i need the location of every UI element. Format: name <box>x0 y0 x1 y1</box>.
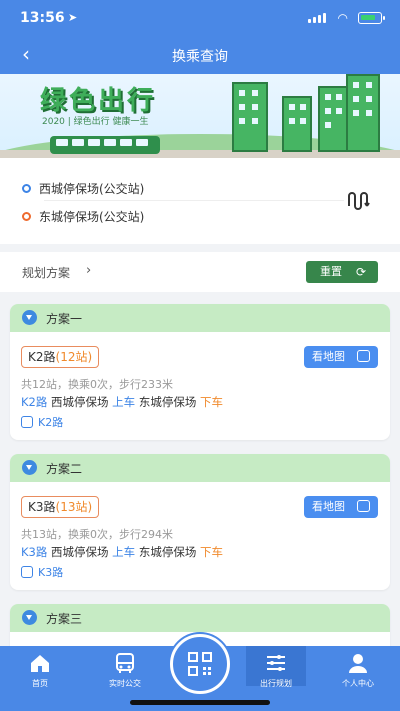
banner-subtitle: 2020 | 绿色出行 健康一生 <box>42 117 149 127</box>
plan-summary: 共13站，换乘0次，步行294米 <box>21 528 173 541</box>
camera-icon <box>357 350 370 362</box>
building <box>232 82 268 152</box>
tab-trip-planning-label: 出行规划 <box>260 679 292 688</box>
view-map-button[interactable]: 看地图 <box>304 346 378 368</box>
camera-icon <box>357 500 370 512</box>
plan-card-header[interactable]: 方案一 <box>10 304 390 332</box>
top-bar: 13:56 ➤ ◠ ‹ 换乘查询 <box>0 0 400 78</box>
plan-card-header[interactable]: 方案二 <box>10 454 390 482</box>
origin-stop[interactable]: 西城停保场(公交站) <box>22 180 144 197</box>
tab-home-label: 首页 <box>32 679 48 688</box>
route-plan-icon <box>246 652 306 674</box>
wifi-icon: ◠ <box>337 11 348 25</box>
tab-profile-label: 个人中心 <box>342 679 374 688</box>
building <box>346 74 380 152</box>
plan-steps: K2路 西城停保场 上车 东城停保场 下车 <box>21 395 223 409</box>
status-bar: 13:56 ➤ ◠ <box>0 0 400 36</box>
qr-code-icon <box>188 652 212 676</box>
bus-line: K3路 <box>21 564 63 580</box>
building <box>282 96 312 152</box>
plan-header-label[interactable]: 规划方案 <box>22 264 70 281</box>
bus-icon <box>95 652 155 674</box>
route-tag: K2路(12站) <box>21 346 100 368</box>
user-icon <box>328 652 388 674</box>
plan-steps: K3路 西城停保场 上车 东城停保场 下车 <box>21 545 223 559</box>
origin-stop-label: 西城停保场(公交站) <box>39 182 145 196</box>
tab-home[interactable]: 首页 <box>10 652 70 689</box>
location-arrow-icon: ➤ <box>68 11 78 24</box>
banner-image: 绿色出行 2020 | 绿色出行 健康一生 <box>0 74 400 158</box>
route-tag: K3路(13站) <box>21 496 100 518</box>
reset-label: 重置 <box>320 265 342 278</box>
plan-title: 方案一 <box>46 312 83 326</box>
view-map-button[interactable]: 看地图 <box>304 496 378 518</box>
reset-button[interactable]: 重置 ⟳ <box>306 261 378 283</box>
plan-summary: 共12站，换乘0次，步行233米 <box>21 378 173 391</box>
destination-stop[interactable]: 东城停保场(公交站) <box>22 208 144 225</box>
stops-card: 西城停保场(公交站) 东城停保场(公交站) <box>0 158 400 244</box>
tab-realtime-bus-label: 实时公交 <box>109 679 141 688</box>
plan-card[interactable]: 方案二 K3路(13站) 看地图 共13站，换乘0次，步行294米 K3路 西城… <box>10 454 390 590</box>
plan-title: 方案二 <box>46 462 83 476</box>
home-indicator <box>130 700 270 705</box>
tab-realtime-bus[interactable]: 实时公交 <box>95 652 155 689</box>
expand-icon <box>22 610 37 625</box>
qr-scan-button[interactable] <box>170 634 230 694</box>
origin-dot-icon <box>22 184 31 193</box>
nav-bar: ‹ 换乘查询 <box>0 36 400 74</box>
refresh-icon: ⟳ <box>355 265 366 279</box>
bus-illustration <box>50 136 160 154</box>
page-title: 换乘查询 <box>172 49 228 65</box>
battery-icon <box>358 12 385 24</box>
swap-route-icon[interactable] <box>346 190 374 212</box>
expand-icon <box>22 310 37 325</box>
expand-icon <box>22 460 37 475</box>
home-icon <box>10 652 70 674</box>
bus-icon <box>21 416 33 428</box>
plan-card[interactable]: 方案一 K2路(12站) 看地图 共12站，换乘0次，步行233米 K2路 西城… <box>10 304 390 440</box>
destination-dot-icon <box>22 212 31 221</box>
status-time: 13:56 <box>20 10 65 26</box>
banner-slogan: 绿色出行 <box>40 86 157 116</box>
plan-card-header[interactable]: 方案三 <box>10 604 390 632</box>
plan-title: 方案三 <box>46 612 83 626</box>
bus-icon <box>21 566 33 578</box>
building <box>318 86 348 152</box>
tab-profile[interactable]: 个人中心 <box>328 652 388 689</box>
destination-stop-label: 东城停保场(公交站) <box>39 210 145 224</box>
bus-line: K2路 <box>21 414 63 430</box>
tab-trip-planning[interactable]: 出行规划 <box>246 646 306 688</box>
signal-icon <box>308 13 326 23</box>
plan-header: 规划方案 › 重置 ⟳ <box>0 252 400 292</box>
chevron-right-icon[interactable]: › <box>86 263 91 278</box>
